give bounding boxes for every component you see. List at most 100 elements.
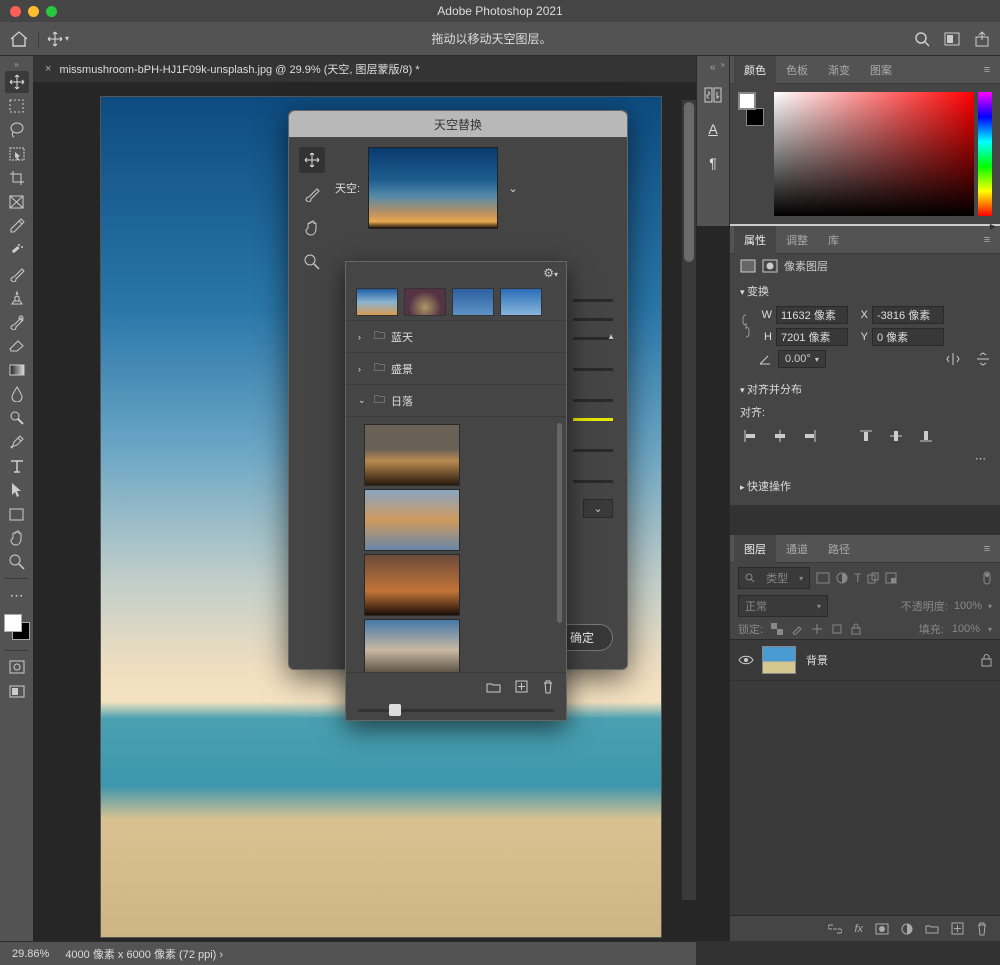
thumb-size-slider[interactable] bbox=[346, 700, 566, 720]
edit-toolbar-icon[interactable]: ⋯ bbox=[5, 584, 29, 606]
folder-add-icon[interactable] bbox=[486, 681, 501, 693]
tab-swatches[interactable]: 色板 bbox=[776, 56, 818, 84]
fill-field[interactable]: 100% bbox=[952, 623, 980, 635]
layer-filter-dropdown[interactable]: 类型 ▾ bbox=[738, 567, 810, 589]
history-brush-tool[interactable] bbox=[5, 311, 29, 333]
lock-trans-icon[interactable] bbox=[771, 623, 783, 635]
link-wh-icon[interactable] bbox=[740, 312, 752, 340]
tab-layers[interactable]: 图层 bbox=[734, 535, 776, 563]
tab-library[interactable]: 库 bbox=[818, 226, 849, 254]
sky-dropdown-icon[interactable]: ⌄ bbox=[506, 182, 520, 195]
tab-patterns[interactable]: 图案 bbox=[860, 56, 902, 84]
dialog-zoom-tool[interactable] bbox=[299, 249, 325, 275]
quickmask-icon[interactable] bbox=[5, 656, 29, 678]
type-tool[interactable] bbox=[5, 455, 29, 477]
lock-paint-icon[interactable] bbox=[791, 623, 803, 635]
opacity-field[interactable]: 100% bbox=[954, 600, 982, 612]
lock-all-icon[interactable] bbox=[851, 623, 861, 635]
dialog-dropdown[interactable]: ⌄ bbox=[583, 499, 613, 518]
width-field[interactable] bbox=[776, 306, 848, 324]
align-section[interactable]: 对齐并分布 bbox=[730, 376, 1000, 402]
screenmode-tool-icon[interactable] bbox=[5, 680, 29, 702]
new-preset-icon[interactable] bbox=[515, 680, 528, 693]
clone-stamp-tool[interactable] bbox=[5, 287, 29, 309]
crop-tool[interactable] bbox=[5, 167, 29, 189]
close-window-button[interactable] bbox=[10, 6, 21, 17]
align-left-icon[interactable] bbox=[740, 426, 760, 446]
panel-collapse-handle[interactable] bbox=[710, 61, 724, 71]
sky-preview[interactable] bbox=[368, 147, 498, 229]
pen-tool[interactable] bbox=[5, 431, 29, 453]
align-vcenter-icon[interactable] bbox=[886, 426, 906, 446]
trash-icon[interactable] bbox=[976, 922, 988, 936]
frame-tool[interactable] bbox=[5, 191, 29, 213]
tab-channels[interactable]: 通道 bbox=[776, 535, 818, 563]
angle-field[interactable]: 0.00°▾ bbox=[778, 350, 826, 368]
tab-paths[interactable]: 路径 bbox=[818, 535, 860, 563]
sky-thumb[interactable] bbox=[364, 619, 460, 672]
home-icon[interactable] bbox=[10, 31, 28, 47]
brush-tool[interactable] bbox=[5, 263, 29, 285]
visibility-icon[interactable] bbox=[738, 654, 752, 666]
document-tab[interactable]: × missmushroom-bPH-HJ1F09k-unsplash.jpg … bbox=[33, 56, 729, 82]
eraser-tool[interactable] bbox=[5, 335, 29, 357]
healing-brush-tool[interactable] bbox=[5, 239, 29, 261]
doc-dimensions[interactable]: 4000 像素 x 6000 像素 (72 ppi) › bbox=[65, 946, 223, 962]
lock-move-icon[interactable] bbox=[811, 623, 823, 635]
filter-adjust-icon[interactable] bbox=[836, 572, 848, 584]
quick-actions-section[interactable]: 快速操作 bbox=[730, 473, 1000, 499]
hand-tool[interactable] bbox=[5, 527, 29, 549]
dialog-slider[interactable] bbox=[573, 368, 613, 371]
screen-mode-icon[interactable] bbox=[944, 32, 960, 46]
color-field[interactable] bbox=[774, 92, 974, 216]
adjustment-add-icon[interactable] bbox=[901, 923, 913, 935]
eyedropper-tool[interactable] bbox=[5, 215, 29, 237]
recent-sky-thumb[interactable] bbox=[356, 288, 398, 316]
lasso-tool[interactable] bbox=[5, 119, 29, 141]
folder-spectacular[interactable]: ›🗀盛景 bbox=[346, 352, 566, 384]
dialog-slider[interactable] bbox=[573, 399, 613, 402]
layers-panel-menu-icon[interactable]: ≡ bbox=[978, 543, 996, 555]
flip-v-icon[interactable] bbox=[976, 351, 990, 367]
align-top-icon[interactable] bbox=[856, 426, 876, 446]
rectangle-tool[interactable] bbox=[5, 503, 29, 525]
hue-slider[interactable] bbox=[978, 92, 992, 216]
rail-glyphs-icon[interactable] bbox=[704, 87, 722, 103]
transform-section[interactable]: 变换 bbox=[730, 278, 1000, 304]
recent-sky-thumb[interactable] bbox=[500, 288, 542, 316]
tab-gradients[interactable]: 渐变 bbox=[818, 56, 860, 84]
gear-icon[interactable]: ⚙︎▾ bbox=[543, 266, 558, 280]
folder-sunset[interactable]: ⌄🗀日落 bbox=[346, 384, 566, 416]
color-fg-bg[interactable] bbox=[738, 92, 764, 118]
align-right-icon[interactable] bbox=[800, 426, 820, 446]
marquee-tool[interactable] bbox=[5, 95, 29, 117]
lock-icon[interactable] bbox=[981, 654, 992, 667]
y-field[interactable] bbox=[872, 328, 944, 346]
blend-mode-dropdown[interactable]: 正常▾ bbox=[738, 595, 828, 617]
dialog-slider[interactable] bbox=[573, 449, 613, 452]
tab-adjustments[interactable]: 调整 bbox=[776, 226, 818, 254]
close-tab-icon[interactable]: × bbox=[45, 63, 51, 75]
flyout-scrollbar[interactable] bbox=[557, 423, 562, 623]
object-select-tool[interactable] bbox=[5, 143, 29, 165]
zoom-tool[interactable] bbox=[5, 551, 29, 573]
align-bottom-icon[interactable] bbox=[916, 426, 936, 446]
fg-bg-color[interactable] bbox=[4, 614, 30, 640]
filter-smart-icon[interactable] bbox=[885, 572, 897, 584]
recent-sky-thumb[interactable] bbox=[404, 288, 446, 316]
blur-tool[interactable] bbox=[5, 383, 29, 405]
sky-thumb[interactable] bbox=[364, 424, 460, 486]
zoom-value[interactable]: 29.86% bbox=[12, 948, 49, 960]
mask-add-icon[interactable] bbox=[875, 923, 889, 935]
tab-properties[interactable]: 属性 bbox=[734, 226, 776, 254]
height-field[interactable] bbox=[776, 328, 848, 346]
delete-preset-icon[interactable] bbox=[542, 680, 554, 694]
sky-thumb[interactable] bbox=[364, 554, 460, 616]
filter-toggle-icon[interactable] bbox=[982, 571, 992, 585]
dialog-slider[interactable] bbox=[573, 299, 613, 302]
rail-character-icon[interactable]: A bbox=[708, 121, 717, 137]
filter-shape-icon[interactable] bbox=[867, 572, 879, 584]
dodge-tool[interactable] bbox=[5, 407, 29, 429]
tab-color[interactable]: 颜色 bbox=[734, 56, 776, 84]
group-add-icon[interactable] bbox=[925, 923, 939, 934]
